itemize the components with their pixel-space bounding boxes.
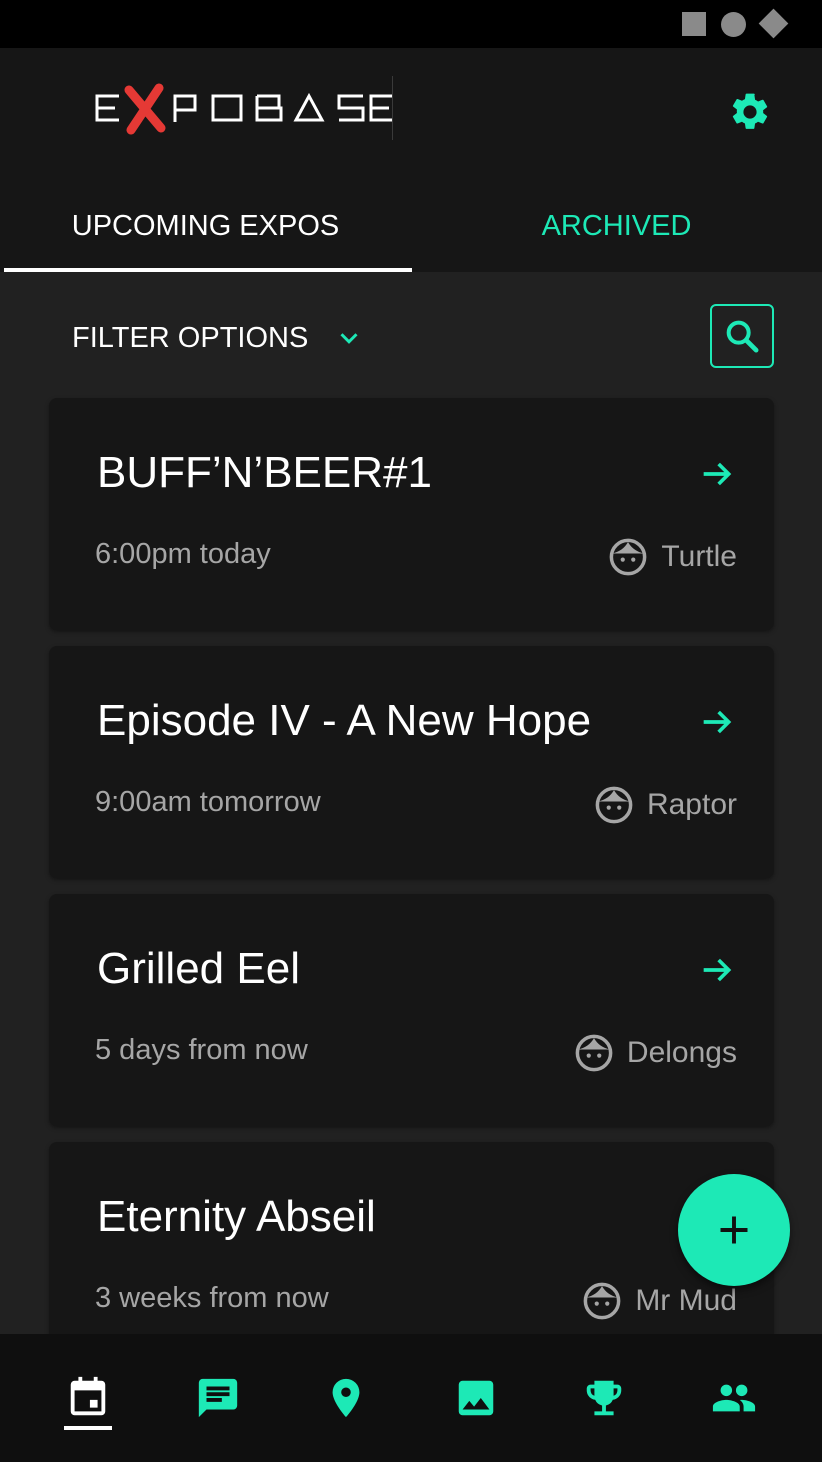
nav-trophies[interactable] (540, 1334, 668, 1462)
face-icon (610, 538, 647, 576)
face-icon (575, 1034, 613, 1072)
expo-time: 5 days from now (95, 1034, 308, 1066)
nav-map[interactable] (282, 1334, 410, 1462)
nav-gallery[interactable] (412, 1334, 540, 1462)
expo-host: Mr Mud (581, 1280, 737, 1322)
face-icon (595, 786, 633, 824)
expo-card[interactable]: Episode IV - A New Hope 9:00am tomorrow … (49, 646, 774, 878)
expo-time: 6:00pm today (95, 538, 271, 570)
expo-time: 9:00am tomorrow (95, 786, 321, 818)
expo-host-name: Raptor (646, 788, 737, 821)
expo-host: Raptor (593, 784, 737, 826)
trophy-icon (586, 1380, 622, 1416)
arrow-right-icon[interactable] (697, 702, 737, 742)
chevron-down-icon (340, 333, 358, 344)
logo-divider (392, 76, 393, 140)
chat-icon (198, 1378, 238, 1418)
expo-title: Eternity Abseil (97, 1192, 376, 1241)
filter-options-toggle[interactable]: FILTER OPTIONS (72, 318, 364, 358)
plus-icon (720, 1216, 748, 1244)
face-icon (583, 1282, 621, 1320)
expo-card[interactable]: BUFF’N’BEER#1 6:00pm today Turtle (49, 398, 774, 630)
status-bar (0, 0, 822, 48)
expo-title: Episode IV - A New Hope (97, 696, 592, 745)
status-diamond-icon (758, 8, 789, 39)
location-pin-icon (332, 1378, 360, 1418)
expo-time: 3 weeks from now (95, 1282, 329, 1314)
arrow-right-icon[interactable] (697, 454, 737, 494)
expo-host-name: Delongs (626, 1036, 737, 1069)
expo-host: Turtle (607, 536, 737, 578)
expo-host: Delongs (573, 1032, 737, 1074)
tab-bar: UPCOMING EXPOS ARCHIVED (0, 180, 822, 272)
status-square-icon (682, 12, 706, 36)
search-button[interactable] (710, 304, 774, 368)
settings-gear-icon[interactable] (728, 90, 772, 134)
search-icon (726, 320, 759, 353)
calendar-icon (70, 1376, 106, 1416)
app-logo (95, 76, 395, 140)
bottom-navigation (0, 1334, 822, 1462)
image-icon (458, 1380, 494, 1416)
expo-title: BUFF’N’BEER#1 (97, 448, 432, 497)
expo-host-name: Mr Mud (635, 1284, 737, 1317)
expo-title: Grilled Eel (97, 944, 300, 993)
expo-card[interactable]: Grilled Eel 5 days from now Delongs (49, 894, 774, 1126)
nav-active-indicator (64, 1426, 112, 1430)
add-expo-button[interactable] (678, 1174, 790, 1286)
filter-options-label: FILTER OPTIONS (72, 321, 309, 354)
status-circle-icon (721, 12, 746, 37)
arrow-right-icon[interactable] (697, 950, 737, 990)
nav-calendar[interactable] (24, 1334, 152, 1462)
nav-messages[interactable] (154, 1334, 282, 1462)
nav-people[interactable] (670, 1334, 798, 1462)
tab-active-indicator (4, 268, 412, 272)
tab-archived[interactable]: ARCHIVED (411, 180, 822, 272)
people-icon (712, 1384, 756, 1412)
expo-host-name: Turtle (661, 540, 737, 573)
tab-upcoming-expos[interactable]: UPCOMING EXPOS (0, 180, 411, 272)
expobase-logo-icon (95, 83, 393, 135)
